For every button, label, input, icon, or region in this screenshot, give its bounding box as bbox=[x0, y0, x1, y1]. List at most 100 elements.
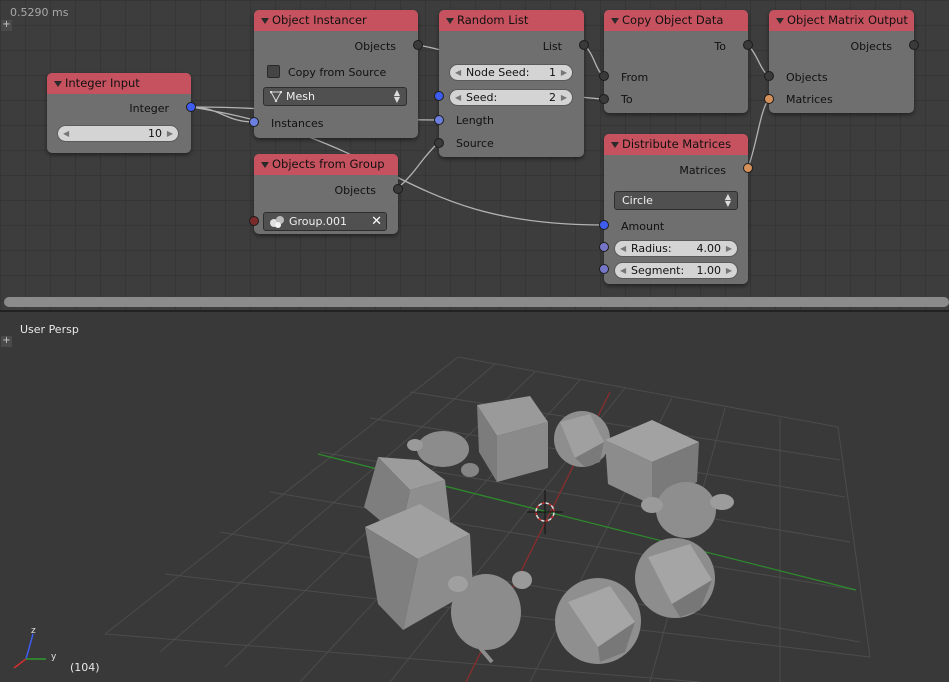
sphere-object bbox=[554, 411, 610, 467]
instances-input-socket[interactable] bbox=[249, 117, 259, 127]
objects-input-socket[interactable] bbox=[764, 71, 774, 81]
radius-label: Radius: bbox=[631, 242, 672, 255]
matrices-output-socket[interactable] bbox=[743, 163, 753, 173]
view-label: User Persp bbox=[20, 323, 79, 336]
collapse-icon[interactable] bbox=[54, 81, 62, 87]
increment-arrow-icon[interactable]: ▶ bbox=[726, 263, 732, 278]
radius-value: 4.00 bbox=[696, 242, 722, 255]
to-input-socket[interactable] bbox=[599, 94, 609, 104]
distribution-mode-select[interactable]: Circle ▲ ▼ bbox=[614, 191, 738, 210]
seed-value: 2 bbox=[549, 91, 556, 104]
horizontal-scrollbar[interactable] bbox=[4, 297, 949, 307]
link-matrices bbox=[747, 98, 770, 169]
from-label: From bbox=[621, 71, 649, 84]
decrement-arrow-icon[interactable]: ◀ bbox=[620, 241, 626, 256]
node-header-distribute-matrices: Distribute Matrices bbox=[604, 134, 748, 155]
output-label: List bbox=[542, 40, 562, 53]
node-random-list[interactable]: Random List List ◀ Node Seed: 1 ▶ ◀ Seed… bbox=[434, 10, 589, 157]
objects-output-socket[interactable] bbox=[413, 40, 423, 50]
node-editor[interactable]: 0.5290 ms + Integer Input Integer ◀ 10 ▶… bbox=[0, 0, 949, 312]
region-toggle-icon[interactable]: + bbox=[1, 336, 12, 347]
source-label: Source bbox=[456, 137, 494, 150]
objects-output-socket[interactable] bbox=[909, 40, 919, 50]
output-label: Integer bbox=[129, 102, 169, 115]
to-output-socket[interactable] bbox=[743, 40, 753, 50]
node-distribute-matrices[interactable]: Distribute Matrices Matrices Circle ▲ ▼ A… bbox=[599, 134, 753, 284]
node-title: Distribute Matrices bbox=[622, 137, 732, 151]
link-integer-instances bbox=[190, 106, 255, 123]
integer-value-field[interactable]: ◀ 10 ▶ bbox=[57, 125, 179, 142]
collapse-icon[interactable] bbox=[446, 18, 454, 24]
sphere-object bbox=[635, 538, 715, 618]
output-label: Matrices bbox=[679, 164, 726, 177]
clear-icon[interactable]: ✕ bbox=[371, 213, 382, 230]
axis-gizmo-icon bbox=[13, 633, 46, 669]
seed-field[interactable]: ◀ Seed: 2 ▶ bbox=[449, 89, 573, 106]
scene-objects bbox=[364, 396, 734, 664]
matrices-label: Matrices bbox=[786, 93, 833, 106]
copy-from-source-checkbox[interactable] bbox=[267, 65, 280, 78]
amount-input-socket[interactable] bbox=[599, 220, 609, 230]
seed-label: Seed: bbox=[466, 91, 498, 104]
decrement-arrow-icon[interactable]: ◀ bbox=[455, 90, 461, 105]
from-input-socket[interactable] bbox=[599, 71, 609, 81]
objects-label: Objects bbox=[786, 71, 828, 84]
updown-arrows-icon: ▲ ▼ bbox=[724, 192, 731, 208]
output-label: Objects bbox=[850, 40, 892, 53]
checkbox-label: Copy from Source bbox=[288, 66, 387, 79]
collapse-icon[interactable] bbox=[261, 18, 269, 24]
axis-y-label: y bbox=[51, 652, 57, 662]
radius-field[interactable]: ◀ Radius: 4.00 ▶ bbox=[614, 240, 738, 257]
node-seed-label: Node Seed: bbox=[466, 66, 530, 79]
node-object-matrix-output[interactable]: Object Matrix Output Objects Objects Mat… bbox=[764, 10, 919, 113]
group-select[interactable]: Group.001 ✕ bbox=[263, 212, 387, 231]
output-label: Objects bbox=[334, 184, 376, 197]
segment-input-socket[interactable] bbox=[599, 264, 609, 274]
node-title: Copy Object Data bbox=[622, 13, 724, 27]
node-header-objects-from-group: Objects from Group bbox=[254, 154, 398, 175]
length-input-socket[interactable] bbox=[434, 115, 444, 125]
node-title: Integer Input bbox=[65, 76, 140, 90]
object-type-select[interactable]: Mesh ▲ ▼ bbox=[263, 87, 407, 106]
increment-arrow-icon[interactable]: ▶ bbox=[167, 126, 173, 141]
decrement-arrow-icon[interactable]: ◀ bbox=[620, 263, 626, 278]
collapse-icon[interactable] bbox=[776, 18, 784, 24]
seed-input-socket[interactable] bbox=[434, 91, 444, 101]
input-label: Instances bbox=[271, 117, 324, 130]
list-output-socket[interactable] bbox=[579, 40, 589, 50]
select-value: Mesh bbox=[286, 90, 315, 103]
radius-input-socket[interactable] bbox=[599, 242, 609, 252]
increment-arrow-icon[interactable]: ▶ bbox=[561, 90, 567, 105]
node-integer-input[interactable]: Integer Input Integer ◀ 10 ▶ bbox=[47, 73, 196, 153]
3d-viewport[interactable]: z y x User Persp + (104) bbox=[0, 312, 949, 682]
decrement-arrow-icon[interactable]: ◀ bbox=[455, 65, 461, 80]
node-object-instancer[interactable]: Object Instancer Objects Copy from Sourc… bbox=[249, 10, 423, 138]
group-value: Group.001 bbox=[289, 215, 347, 228]
node-header-copy-object-data: Copy Object Data bbox=[604, 10, 748, 31]
sphere-object bbox=[555, 578, 641, 664]
to-label: To bbox=[621, 93, 633, 106]
group-input-socket[interactable] bbox=[249, 216, 259, 226]
decrement-arrow-icon[interactable]: ◀ bbox=[63, 126, 69, 141]
cube-object bbox=[477, 396, 548, 482]
mesh-icon bbox=[270, 91, 282, 102]
node-seed-field[interactable]: ◀ Node Seed: 1 ▶ bbox=[449, 64, 573, 81]
increment-arrow-icon[interactable]: ▶ bbox=[561, 65, 567, 80]
segment-label: Segment: bbox=[631, 264, 685, 277]
collapse-icon[interactable] bbox=[611, 142, 619, 148]
collapse-icon[interactable] bbox=[611, 18, 619, 24]
objects-output-socket[interactable] bbox=[393, 184, 403, 194]
segment-value: 1.00 bbox=[696, 264, 722, 277]
source-input-socket[interactable] bbox=[434, 138, 444, 148]
matrices-input-socket[interactable] bbox=[764, 94, 774, 104]
node-objects-from-group[interactable]: Objects from Group Objects Group.001 ✕ bbox=[249, 154, 403, 234]
integer-output-socket[interactable] bbox=[186, 102, 196, 112]
output-label: To bbox=[714, 40, 726, 53]
group-icon bbox=[270, 216, 284, 228]
node-header-object-instancer: Object Instancer bbox=[254, 10, 418, 31]
collapse-icon[interactable] bbox=[261, 162, 269, 168]
node-copy-object-data[interactable]: Copy Object Data To From To bbox=[599, 10, 753, 113]
increment-arrow-icon[interactable]: ▶ bbox=[726, 241, 732, 256]
segment-field[interactable]: ◀ Segment: 1.00 ▶ bbox=[614, 262, 738, 279]
monkey-object bbox=[448, 571, 532, 664]
